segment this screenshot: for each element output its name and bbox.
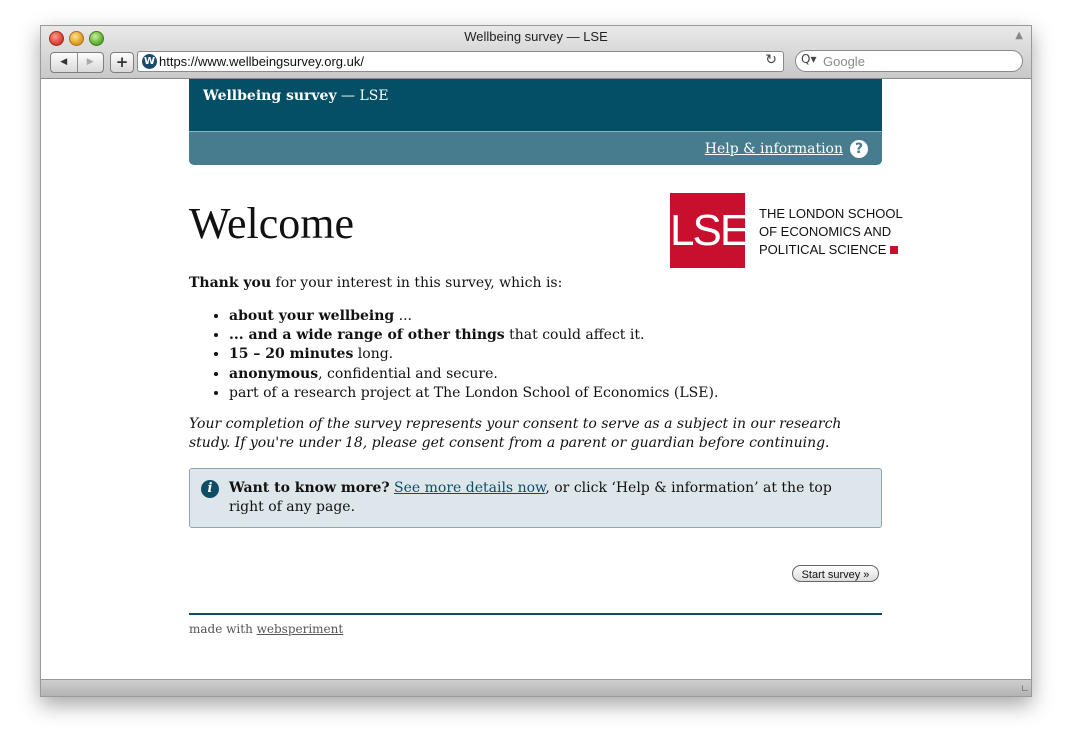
- list-item: ... and a wide range of other things tha…: [229, 326, 718, 345]
- websperiment-link[interactable]: websperiment: [257, 622, 344, 636]
- info-icon: i: [201, 480, 219, 498]
- lse-logo-line3-wrap: POLITICAL SCIENCE: [759, 241, 903, 259]
- page-content: Wellbeing survey — LSE Help & informatio…: [189, 79, 903, 636]
- bullet-rest: long.: [353, 346, 394, 363]
- url-text[interactable]: https://www.wellbeingsurvey.org.uk/: [159, 54, 364, 69]
- search-icon[interactable]: Q▾: [801, 52, 816, 66]
- add-bookmark-button[interactable]: +: [110, 52, 134, 73]
- help-icon[interactable]: ?: [850, 140, 868, 158]
- site-title-rest: — LSE: [336, 88, 389, 104]
- lse-logo-text: THE LONDON SCHOOL OF ECONOMICS AND POLIT…: [759, 205, 903, 259]
- resize-grip-icon[interactable]: ∟: [1021, 684, 1029, 695]
- bullet-bold: about your wellbeing: [229, 308, 395, 324]
- browser-toolbar: Wellbeing survey — LSE ▲ ◀ ▶ + W https:/…: [41, 26, 1031, 79]
- lse-logo-line1: THE LONDON SCHOOL: [759, 206, 903, 221]
- more-details-link[interactable]: See more details now: [394, 480, 545, 496]
- site-title-bold: Wellbeing survey: [203, 88, 337, 104]
- address-bar[interactable]: W https://www.wellbeingsurvey.org.uk/ ↻: [137, 51, 784, 72]
- bullet-rest: , confidential and secure.: [318, 365, 498, 382]
- list-item: about your wellbeing ...: [229, 307, 718, 326]
- help-information-link[interactable]: Help & information: [705, 141, 843, 157]
- page-title: Welcome: [189, 199, 355, 248]
- lock-icon: ▲: [1015, 30, 1023, 41]
- intro-bold: Thank you: [189, 275, 272, 291]
- footer-divider: [189, 613, 882, 615]
- search-placeholder[interactable]: Google: [823, 54, 865, 69]
- info-text: Want to know more? See more details now,…: [229, 479, 869, 517]
- bullet-rest: ...: [394, 308, 413, 324]
- info-bold: Want to know more?: [229, 480, 390, 496]
- forward-button[interactable]: ▶: [76, 53, 104, 72]
- bullet-rest: part of a research project at The London…: [229, 384, 719, 401]
- reload-icon[interactable]: ↻: [765, 52, 777, 68]
- bullet-pre: ...: [229, 327, 249, 344]
- intro-text: Thank you for your interest in this surv…: [189, 274, 562, 293]
- lse-logo: LSE THE LONDON SCHOOL OF ECONOMICS AND P…: [670, 193, 903, 268]
- list-item: part of a research project at The London…: [229, 384, 718, 403]
- footer: made with websperiment: [189, 622, 343, 636]
- bullet-bold: and a wide range of other things: [248, 327, 505, 344]
- list-item: anonymous, confidential and secure.: [229, 365, 718, 384]
- site-favicon-icon: W: [142, 54, 157, 69]
- list-item: 15 – 20 minutes long.: [229, 345, 718, 364]
- bullet-rest: that could affect it.: [504, 327, 645, 344]
- status-bar: ∟: [41, 679, 1031, 696]
- survey-features-list: about your wellbeing ... ... and a wide …: [229, 307, 718, 403]
- info-box: i Want to know more? See more details no…: [189, 468, 882, 528]
- search-field[interactable]: Q▾ Google: [795, 50, 1023, 72]
- lse-logo-line3: POLITICAL SCIENCE: [759, 242, 887, 257]
- nav-buttons: ◀ ▶: [50, 52, 104, 73]
- bullet-bold: 15 – 20 minutes: [229, 346, 354, 363]
- back-button[interactable]: ◀: [51, 53, 77, 72]
- header-subbar: Help & information ?: [189, 131, 882, 165]
- site-header: Wellbeing survey — LSE: [189, 79, 882, 131]
- logo-square-icon: [890, 246, 899, 254]
- footer-text: made with: [189, 622, 257, 636]
- consent-text: Your completion of the survey represents…: [189, 416, 842, 451]
- bullet-bold: anonymous: [229, 365, 319, 382]
- start-survey-button[interactable]: Start survey »: [792, 565, 879, 582]
- window-title: Wellbeing survey — LSE: [464, 29, 608, 44]
- browser-window: Wellbeing survey — LSE ▲ ◀ ▶ + W https:/…: [40, 25, 1032, 697]
- lse-logo-mark: LSE: [670, 193, 749, 268]
- intro-rest: for your interest in this survey, which …: [271, 275, 563, 291]
- site-title: Wellbeing survey — LSE: [203, 88, 389, 104]
- lse-logo-line2: OF ECONOMICS AND: [759, 224, 892, 239]
